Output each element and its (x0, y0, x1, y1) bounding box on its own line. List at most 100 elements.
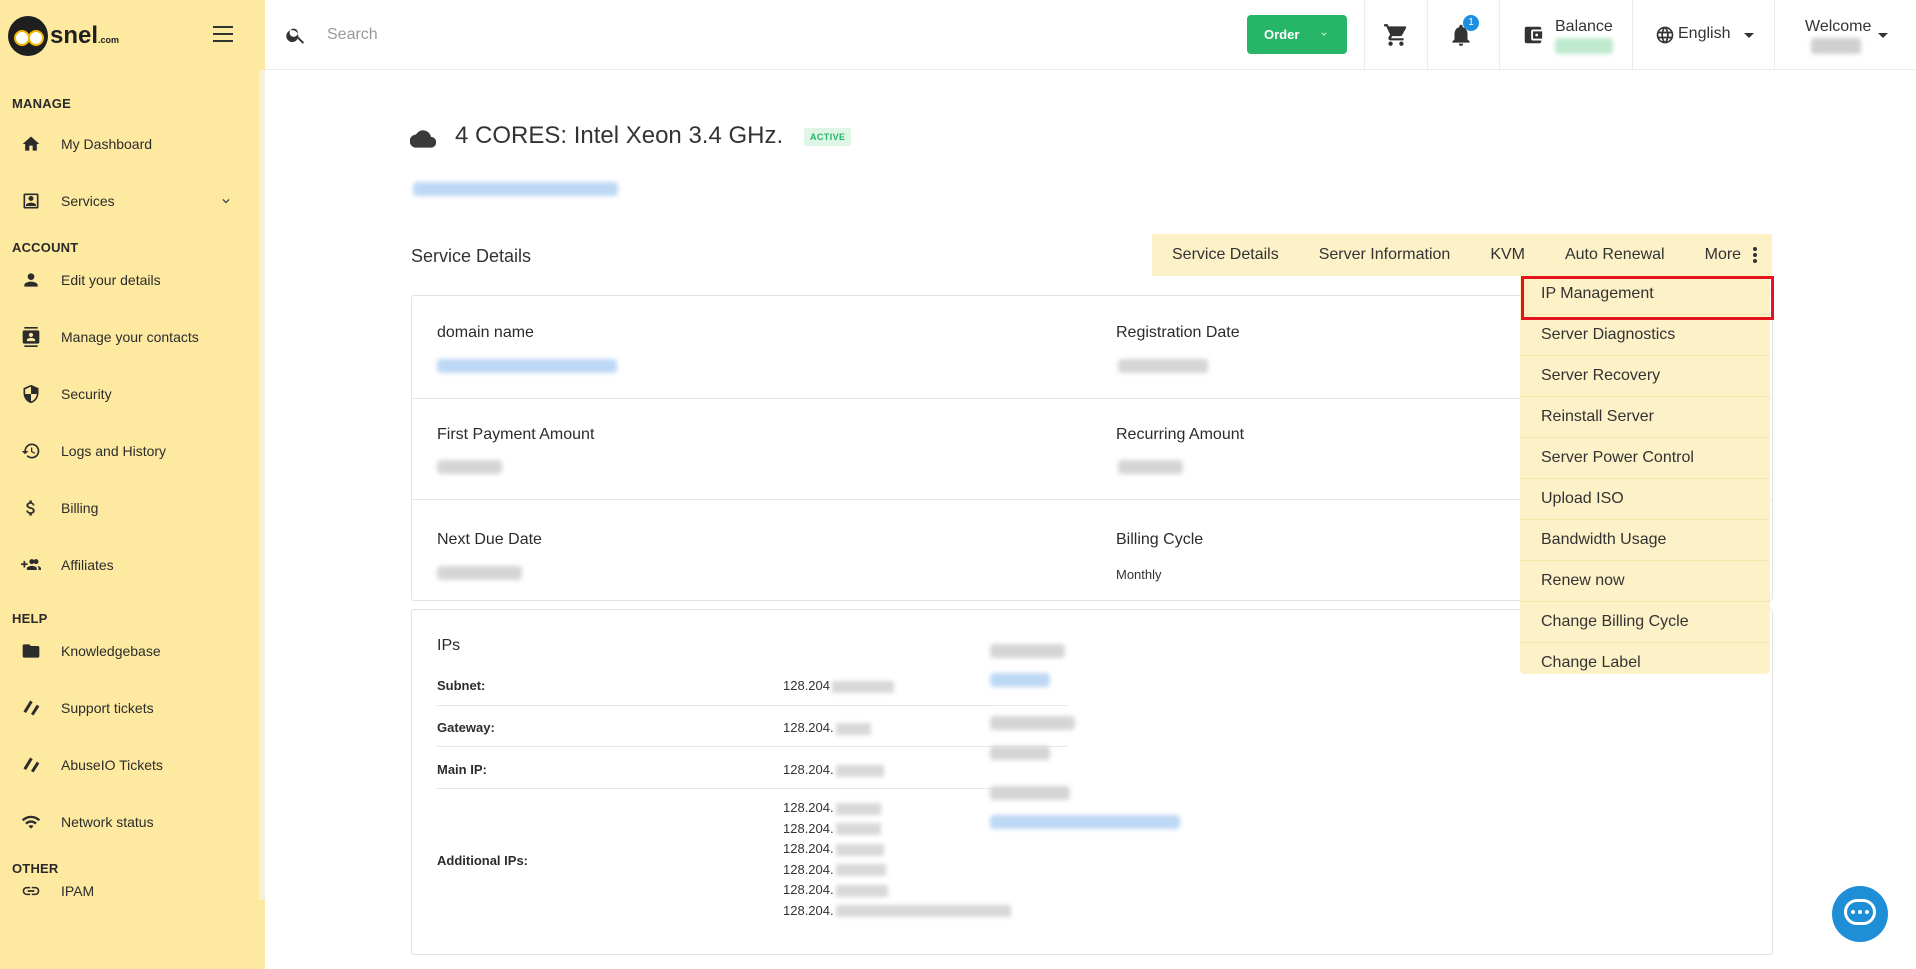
search-input[interactable] (327, 20, 827, 50)
sidebar-item-security[interactable]: Security (0, 365, 259, 422)
divider (1774, 0, 1775, 70)
tab-more[interactable]: More (1705, 245, 1758, 265)
sidebar-item-label: My Dashboard (61, 135, 153, 152)
redacted-link[interactable] (990, 815, 1180, 829)
divider (1632, 0, 1633, 70)
sidebar-item-ipam[interactable]: IPAM (0, 862, 259, 919)
sidebar-item-my-dashboard[interactable]: My Dashboard (0, 115, 259, 172)
menu-item-server-power-control[interactable]: Server Power Control (1520, 438, 1770, 479)
sidebar-item-billing[interactable]: Billing (0, 479, 259, 536)
group-add-icon (20, 554, 42, 576)
sidebar-item-label: Network status (61, 813, 154, 830)
status-badge: ACTIVE (804, 128, 852, 146)
sidebar-item-label: Security (61, 385, 112, 402)
sidebar-item-label: Services (61, 192, 115, 209)
redacted-value (990, 746, 1050, 760)
menu-toggle-icon[interactable] (213, 26, 233, 42)
sidebar-item-knowledgebase[interactable]: Knowledgebase (0, 622, 259, 679)
section-title-manage: MANAGE (12, 96, 71, 111)
wifi-icon (20, 811, 42, 833)
chat-button[interactable] (1832, 886, 1888, 942)
sidebar-item-label: Knowledgebase (61, 642, 161, 659)
sidebar-item-network-status[interactable]: Network status (0, 793, 259, 850)
recurring-amount-label: Recurring Amount (1116, 426, 1245, 443)
ip-key: Gateway: (437, 720, 495, 735)
first-payment-value-redacted (437, 460, 502, 474)
menu-item-renew-now[interactable]: Renew now (1520, 561, 1770, 602)
sidebar-item-label: Manage your contacts (61, 328, 199, 345)
menu-item-ip-management[interactable]: IP Management (1520, 274, 1770, 315)
menu-item-upload-iso[interactable]: Upload ISO (1520, 479, 1770, 520)
order-button[interactable]: Order (1247, 15, 1347, 54)
divider (1427, 0, 1428, 70)
person-icon (20, 269, 42, 291)
domain-name-value-redacted[interactable] (437, 359, 617, 373)
tab-kvm[interactable]: KVM (1490, 246, 1525, 264)
more-vertical-icon (1753, 245, 1758, 265)
language-selector[interactable]: English (1678, 25, 1730, 43)
ip-value: 128.204. (783, 720, 871, 735)
sidebar-item-label: AbuseIO Tickets (61, 756, 163, 773)
next-due-date-label: Next Due Date (437, 531, 542, 548)
home-icon (20, 133, 42, 155)
tab-auto-renewal[interactable]: Auto Renewal (1565, 246, 1665, 264)
ip-key: Main IP: (437, 762, 487, 777)
sidebar-item-label: Affiliates (61, 556, 114, 573)
bee-logo-icon (8, 16, 48, 56)
service-tabs: Service Details Server Information KVM A… (1152, 234, 1772, 276)
additional-ip: 128.204. (783, 880, 1011, 901)
sidebar-item-services[interactable]: Services (0, 172, 259, 229)
order-button-label: Order (1264, 27, 1300, 42)
menu-item-change-billing-cycle[interactable]: Change Billing Cycle (1520, 602, 1770, 643)
balance-label[interactable]: Balance (1555, 18, 1613, 36)
chevron-down-icon (1321, 32, 1327, 36)
id-card-icon (20, 190, 42, 212)
sidebar-item-logs-history[interactable]: Logs and History (0, 422, 259, 479)
ip-row-gateway: Gateway: 128.204. (437, 706, 1067, 747)
sidebar-item-affiliates[interactable]: Affiliates (0, 536, 259, 593)
tab-service-details[interactable]: Service Details (1172, 246, 1279, 264)
chevron-down-icon[interactable] (219, 194, 233, 208)
caret-down-icon (1878, 33, 1888, 38)
user-name-redacted (1811, 38, 1861, 54)
wallet-icon (1524, 26, 1543, 44)
registration-date-label: Registration Date (1116, 324, 1240, 341)
ip-row-subnet: Subnet: 128.204 (437, 664, 1067, 706)
brand-name: snel.com (50, 22, 120, 49)
sidebar-item-label: Edit your details (61, 271, 161, 288)
sidebar-item-abuseio-tickets[interactable]: AbuseIO Tickets (0, 736, 259, 793)
page-title: 4 CORES: Intel Xeon 3.4 GHz. (455, 122, 784, 149)
redacted-label (990, 716, 1075, 730)
ip-value: 128.204. (783, 762, 884, 777)
history-icon (20, 440, 42, 462)
shield-icon (20, 383, 42, 405)
ip-value: 128.204 (783, 678, 894, 693)
menu-item-change-label[interactable]: Change Label (1520, 643, 1770, 674)
ip-row-main-ip: Main IP: 128.204. (437, 747, 1067, 789)
notification-badge: 1 (1463, 15, 1479, 31)
sidebar-item-support-tickets[interactable]: Support tickets (0, 679, 259, 736)
billing-cycle-label: Billing Cycle (1116, 531, 1204, 548)
tab-server-information[interactable]: Server Information (1319, 246, 1451, 264)
ticket-icon (20, 697, 42, 719)
hostname-link-redacted[interactable] (413, 182, 618, 196)
top-bar: Order 1 Balance English Welcome (265, 0, 1916, 70)
redacted-link[interactable] (990, 673, 1050, 687)
menu-item-reinstall-server[interactable]: Reinstall Server (1520, 397, 1770, 438)
sidebar-item-edit-details[interactable]: Edit your details (0, 251, 259, 308)
billing-cycle-value: Monthly (1116, 567, 1162, 582)
menu-item-bandwidth-usage[interactable]: Bandwidth Usage (1520, 520, 1770, 561)
welcome-user-menu[interactable]: Welcome (1805, 18, 1871, 36)
contacts-icon (20, 326, 42, 348)
menu-item-server-diagnostics[interactable]: Server Diagnostics (1520, 315, 1770, 356)
search-icon[interactable] (285, 24, 307, 46)
sidebar-item-manage-contacts[interactable]: Manage your contacts (0, 308, 259, 365)
additional-ip: 128.204. (783, 839, 1011, 860)
dollar-icon (20, 497, 42, 519)
brand-logo[interactable]: snel.com (8, 16, 119, 56)
sidebar-item-label: Billing (61, 499, 99, 516)
balance-value-redacted (1555, 38, 1613, 54)
cart-icon[interactable] (1383, 22, 1409, 48)
ip-key: Additional IPs: (437, 853, 528, 868)
menu-item-server-recovery[interactable]: Server Recovery (1520, 356, 1770, 397)
